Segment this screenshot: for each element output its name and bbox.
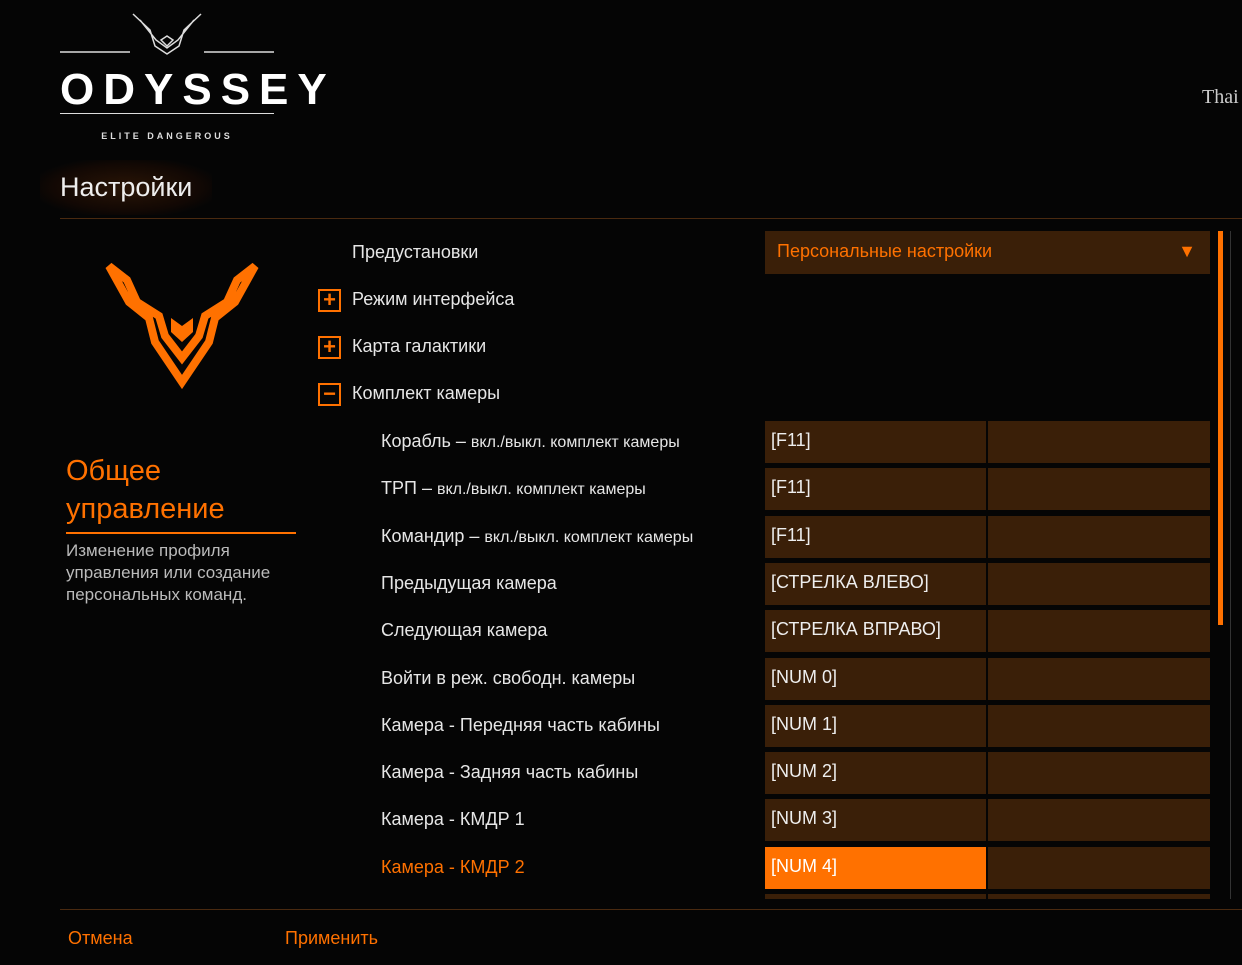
secondary-key-binding[interactable] [988,468,1210,511]
secondary-key-binding[interactable] [988,846,1210,889]
page-title: Настройки [40,160,213,215]
binding-row[interactable]: Камера - Передняя часть кабины [NUM 1] [0,704,1210,747]
binding-row[interactable]: Камера - КМДР 2 [NUM 4] [0,846,1210,889]
secondary-key-binding[interactable] [988,752,1210,795]
primary-key-binding[interactable]: [СТРЕЛКА ВПРАВО] [765,610,986,653]
group-label: Карта галактики [352,336,487,356]
secondary-key-binding[interactable] [988,610,1210,653]
secondary-key-binding[interactable] [988,704,1210,747]
group-label: Режим интерфейса [352,289,515,309]
elite-emblem-icon [105,262,259,390]
binding-row[interactable]: Камера - Задняя часть кабины [NUM 2] [0,752,1210,795]
odyssey-logo: ODYSSEY ELITE DANGEROUS [60,10,336,141]
divider [60,218,1242,219]
binding-label: Камера - Передняя часть кабины [381,714,660,735]
binding-label: ТРП – вкл./выкл. комплект камеры [381,478,646,499]
binding-label: Войти в реж. свободн. камеры [381,667,636,688]
collapse-icon: − [318,383,341,406]
secondary-key-binding[interactable] [988,799,1210,842]
secondary-key-binding[interactable] [988,562,1210,605]
primary-key-binding[interactable]: [NUM 3] [765,799,986,842]
dropdown-arrow-icon: ▼ [1178,241,1196,261]
wings-icon [60,13,274,55]
binding-row[interactable]: Предыдущая камера [СТРЕЛКА ВЛЕВО] [0,562,1210,605]
binding-label: Предыдущая камера [381,572,557,593]
binding-label: Камера - КМДР 1 [381,809,525,830]
binding-label: Камера - Задняя часть кабины [381,762,639,783]
primary-key-binding[interactable]: [СТРЕЛКА ВЛЕВО] [765,562,986,605]
binding-label: Командир – вкл./выкл. комплект камеры [381,525,694,546]
group-label: Комплект камеры [352,383,501,403]
presets-value: Персональные настройки [777,241,993,261]
binding-row[interactable]: Командир – вкл./выкл. комплект камеры [F1… [0,515,1210,558]
expand-icon: + [318,336,341,359]
primary-key-binding[interactable]: [NUM 2] [765,752,986,795]
primary-key-binding[interactable]: [F11] [765,421,986,463]
presets-label: Предустановки [352,242,479,262]
scroll-track[interactable] [1230,231,1231,899]
primary-key-binding[interactable]: [NUM 0] [765,657,986,700]
apply-button[interactable]: Применить [285,928,378,949]
binding-row[interactable]: Следующая камера [СТРЕЛКА ВПРАВО] [0,610,1210,653]
primary-key-binding[interactable]: [F11] [765,468,986,511]
logo-word: ODYSSEY [60,65,336,114]
scrollbar-thumb[interactable] [1218,231,1223,625]
secondary-key-binding[interactable] [988,515,1210,558]
binding-label: Корабль – вкл./выкл. комплект камеры [381,431,680,451]
primary-key-binding[interactable]: [NUM 4] [765,846,986,889]
secondary-key-binding[interactable] [988,657,1210,700]
presets-dropdown[interactable]: Персональные настройки ▼ [765,231,1210,274]
secondary-key-binding[interactable] [988,421,1210,463]
binding-row[interactable]: Корабль – вкл./выкл. комплект камеры [F11… [0,421,1210,463]
binding-label: Камера - КМДР 2 [381,856,525,877]
user-name: Thai [1202,86,1239,108]
binding-label: Следующая камера [381,620,548,641]
primary-key-binding[interactable]: [F11] [765,515,986,558]
expand-icon: + [318,289,341,312]
binding-row[interactable]: ТРП – вкл./выкл. комплект камеры [F11] [0,468,1210,511]
primary-key-binding[interactable]: [NUM 1] [765,704,986,747]
divider [60,909,1242,910]
logo-subtitle: ELITE DANGEROUS [101,131,233,141]
binding-row[interactable]: Войти в реж. свободн. камеры [NUM 0] [0,657,1210,700]
binding-row[interactable]: Камера - КМДР 1 [NUM 3] [0,799,1210,842]
cancel-button[interactable]: Отмена [68,928,133,949]
